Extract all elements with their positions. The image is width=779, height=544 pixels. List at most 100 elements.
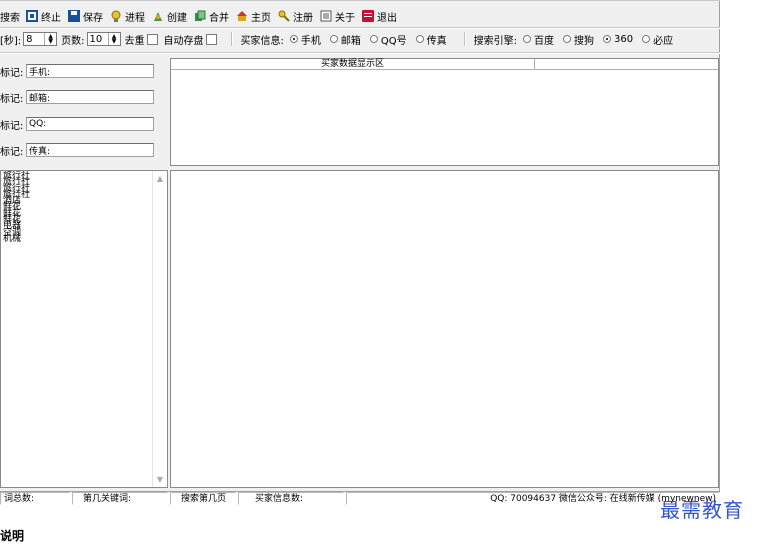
about-button[interactable]: 关于: [320, 9, 355, 24]
radio-baidu[interactable]: 百度: [523, 32, 554, 47]
radio-dot[interactable]: [523, 35, 532, 43]
dedupe-checkbox[interactable]: [146, 33, 158, 45]
engine-label: 搜索引擎:: [473, 35, 518, 47]
stop-icon: [26, 10, 38, 22]
stop-label: 终止: [41, 12, 61, 24]
register-button[interactable]: 注册: [278, 9, 313, 24]
radio-dot[interactable]: [642, 35, 651, 43]
status-bar: 词总数: 第几关键词: 搜索第几页 买家信息数: QQ: 70094637 微信…: [0, 490, 720, 507]
save-icon: [68, 10, 80, 22]
create-button[interactable]: 创建: [152, 9, 187, 24]
mark-phone-field[interactable]: [26, 64, 154, 78]
divider: [463, 32, 466, 46]
bulb-icon: [110, 10, 122, 22]
process-label: 进程: [125, 12, 145, 24]
mark-row-phone: 标记:: [0, 63, 154, 79]
mark-row-qq: 标记:: [0, 116, 154, 132]
home-label: 主页: [251, 12, 271, 24]
status-page-index: 搜索第几页: [170, 492, 236, 505]
radio-label: 百度: [534, 35, 555, 47]
radio-360[interactable]: 360: [603, 34, 633, 45]
radio-sogou[interactable]: 搜狗: [563, 32, 594, 47]
buyer-data-header[interactable]: 买家数据显示区: [171, 59, 535, 70]
autosave-label: 自动存盘: [163, 35, 204, 47]
interval-label: [秒]:: [0, 35, 22, 47]
autosave-checkbox[interactable]: [205, 33, 217, 45]
buyer-data-header-empty[interactable]: [535, 59, 718, 70]
settings-row: [秒]: ▲▼ 页数: ▲▼ 去重 自动存盘 买家信息: 手机 邮箱 QQ号 传…: [0, 29, 682, 49]
register-label: 注册: [293, 12, 313, 24]
save-label: 保存: [83, 12, 103, 24]
create-label: 创建: [167, 12, 187, 24]
radio-dot[interactable]: [369, 35, 378, 43]
radio-email[interactable]: 邮箱: [329, 32, 361, 47]
interval-spinner[interactable]: ▲▼: [23, 32, 58, 46]
dedupe-label: 去重: [124, 35, 145, 47]
toolbar: 搜索 终止 保存 进程 创建 合并 主页 注册 关于 退出: [0, 6, 404, 26]
pages-spinner[interactable]: ▲▼: [86, 32, 121, 46]
radio-phone[interactable]: 手机: [289, 32, 321, 47]
exit-icon: [362, 10, 374, 22]
mark-label: 标记:: [0, 146, 24, 158]
mark-label: 标记:: [0, 67, 24, 79]
divider: [230, 32, 233, 46]
interval-input[interactable]: [24, 33, 45, 45]
settings-divider: [0, 52, 720, 54]
mark-row-email: 标记:: [0, 89, 154, 105]
radio-label: 搜狗: [574, 35, 595, 47]
mark-label: 标记:: [0, 120, 24, 132]
radio-dot[interactable]: [603, 35, 612, 43]
status-keyword-index: 第几关键词:: [72, 492, 168, 505]
search-label: 搜索: [0, 12, 20, 24]
scroll-down-icon[interactable]: ▼: [153, 475, 167, 484]
watermark-logo: 最需教育: [660, 498, 744, 522]
radio-bing[interactable]: 必应: [642, 32, 673, 47]
status-buyer-count: 买家信息数:: [238, 492, 344, 505]
radio-label: 必应: [653, 35, 674, 47]
list-item[interactable]: 机械: [3, 234, 30, 243]
merge-button[interactable]: 合并: [194, 9, 229, 24]
status-total-words: 词总数:: [0, 492, 70, 505]
home-button[interactable]: 主页: [236, 9, 271, 24]
scroll-up-icon[interactable]: ▲: [153, 174, 167, 183]
search-button[interactable]: 搜索: [0, 9, 20, 24]
results-area[interactable]: [170, 170, 719, 488]
section-heading: 说明: [0, 529, 25, 543]
process-button[interactable]: 进程: [110, 9, 145, 24]
radio-label: 手机: [300, 35, 321, 47]
merge-label: 合并: [209, 12, 229, 24]
exit-button[interactable]: 退出: [362, 9, 397, 24]
pages-input[interactable]: [87, 33, 108, 45]
stop-button[interactable]: 终止: [26, 9, 61, 24]
keyword-items: 旅行社 旅行社 旅行社 旅行社 酒店 鲜花 鲜花 鲜花 电器 空调 机械: [3, 171, 30, 243]
radio-label: QQ号: [380, 35, 407, 47]
mark-email-field[interactable]: [26, 90, 154, 104]
mark-label: 标记:: [0, 93, 24, 105]
mark-row-fax: 标记:: [0, 142, 154, 158]
pages-label: 页数:: [61, 35, 85, 47]
key-icon: [278, 10, 290, 22]
buyer-data-panel: 买家数据显示区: [170, 58, 719, 166]
merge-icon: [194, 10, 206, 22]
exit-label: 退出: [377, 12, 397, 24]
home-icon: [236, 10, 248, 22]
mark-fax-field[interactable]: [26, 143, 154, 157]
save-button[interactable]: 保存: [68, 9, 103, 24]
radio-dot[interactable]: [289, 35, 298, 43]
radio-label: 邮箱: [340, 35, 361, 47]
app-window: 搜索 终止 保存 进程 创建 合并 主页 注册 关于 退出 [秒]: 8 ▲ ▼…: [0, 0, 720, 505]
radio-dot[interactable]: [415, 35, 424, 43]
create-icon: [152, 10, 164, 22]
spinner-arrows-icon[interactable]: ▲ ▼: [44, 33, 56, 45]
radio-dot[interactable]: [563, 35, 572, 43]
radio-label: 传真: [426, 35, 447, 47]
spinner-arrows-icon[interactable]: ▲ ▼: [107, 33, 120, 45]
keyword-list[interactable]: 旅行社 旅行社 旅行社 旅行社 酒店 鲜花 鲜花 鲜花 电器 空调 机械 ▲ ▼: [0, 170, 168, 488]
keyword-scrollbar[interactable]: ▲ ▼: [152, 171, 167, 487]
buyer-info-label: 买家信息:: [240, 35, 284, 47]
mark-qq-field[interactable]: [26, 117, 154, 131]
radio-qq[interactable]: QQ号: [369, 32, 407, 47]
radio-fax[interactable]: 传真: [415, 32, 447, 47]
radio-dot[interactable]: [329, 35, 338, 43]
about-label: 关于: [335, 12, 355, 24]
